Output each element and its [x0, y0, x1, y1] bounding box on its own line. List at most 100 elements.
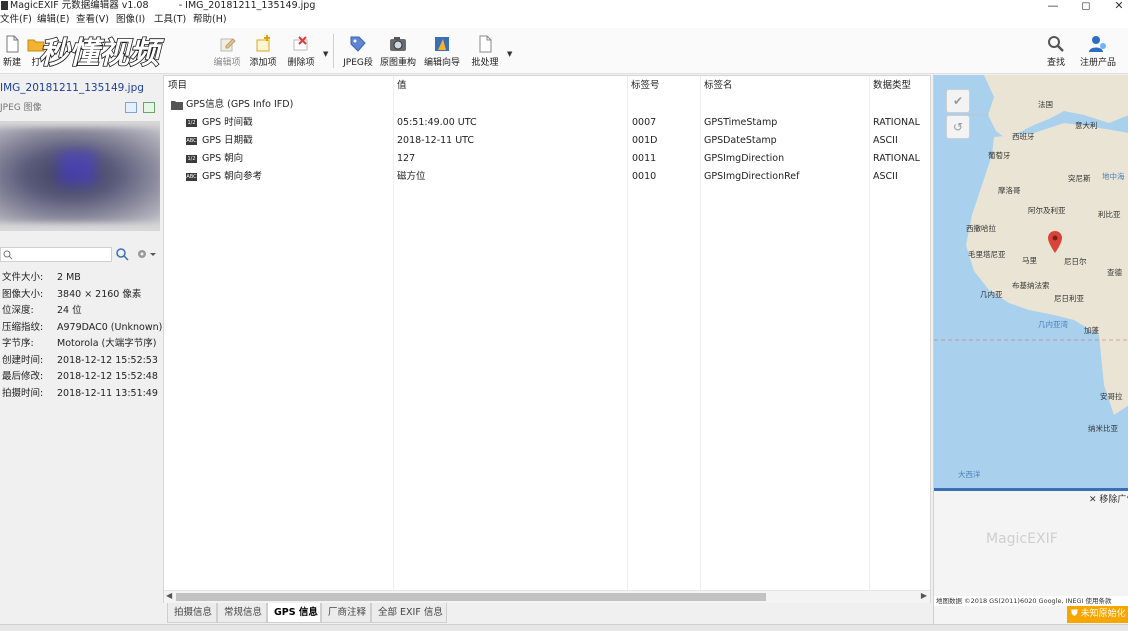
map-label: 西班牙 [1012, 132, 1035, 141]
user-icon [1089, 36, 1106, 52]
menu-edit[interactable]: 编辑(E) [37, 14, 69, 26]
map-label: 利比亚 [1098, 210, 1121, 219]
location-marker-icon[interactable] [1048, 231, 1062, 253]
new-file-icon [6, 35, 19, 53]
ascii-type-icon: ABC [186, 137, 197, 145]
rebuild-button[interactable]: 原图重构 [379, 34, 417, 72]
file-name: IMG_20181211_135149.jpg [0, 82, 144, 94]
wizard-button[interactable]: 编辑向导 [422, 34, 462, 72]
map-label: 尼日利亚 [1054, 294, 1084, 303]
prop-file-size: 文件大小: 2 MB [2, 272, 81, 283]
column-header-tag-id[interactable]: 标签号 [627, 76, 700, 96]
batch-icon [479, 35, 492, 53]
map-scroll-bar [934, 488, 1128, 491]
column-header-value[interactable]: 值 [393, 76, 627, 96]
batch-dropdown-arrow[interactable]: ▼ [507, 50, 512, 58]
menu-tools[interactable]: 工具(T) [154, 14, 186, 26]
table-row[interactable]: 1/2 GPS 时间戳 05:51:49.00 UTC 0007 GPSTime… [164, 114, 930, 132]
find-user-icon[interactable] [115, 247, 129, 261]
map-label: 加蓬 [1084, 326, 1099, 335]
table-row[interactable]: ABC GPS 朝向参考 磁方位 0010 GPSImgDirectionRef… [164, 168, 930, 186]
image-view-icon[interactable] [125, 102, 137, 113]
batch-button[interactable]: 批处理 [469, 34, 501, 72]
tab-all-exif[interactable]: 全部 EXIF 信息 [371, 603, 447, 623]
delete-item-button[interactable]: 删除项 [284, 34, 318, 72]
search-icon [1048, 36, 1064, 52]
prop-created: 创建时间: 2018-12-12 15:52:53 [2, 355, 158, 366]
table-group-row[interactable]: GPS信息 (GPS Info IFD) [164, 96, 930, 114]
rational-type-icon: 1/2 [186, 119, 197, 127]
image-thumbnail[interactable] [0, 121, 160, 231]
table-row[interactable]: ABC GPS 日期戳 2018-12-11 UTC 001D GPSDateS… [164, 132, 930, 150]
search-icon [3, 250, 13, 260]
close-button[interactable]: ✕ [1104, 0, 1128, 12]
map-label: 几内亚湾 [1038, 320, 1068, 329]
confirm-location-button[interactable]: ✔ [946, 89, 970, 113]
prop-byte-order: 字节序: Motorola (大端字节序) [2, 338, 157, 349]
map-attribution: 地图数据 ©2018 GS(2011)6020 Google, INEGI 使用… [934, 596, 1128, 606]
minimize-button[interactable]: — [1038, 0, 1068, 12]
reset-location-button[interactable]: ↺ [946, 115, 970, 139]
scroll-right-icon[interactable]: ▶ [921, 591, 927, 600]
ascii-type-icon: ABC [186, 173, 197, 181]
file-info-panel: IMG_20181211_135149.jpg JPEG 图像 文件大小: 2 M… [0, 75, 163, 631]
add-icon [256, 35, 270, 52]
search-input[interactable] [0, 247, 112, 262]
scrollbar-thumb[interactable] [176, 593, 766, 601]
prop-compression-fingerprint: 压缩指纹: A979DAC0 (Unknown) [2, 322, 163, 333]
settings-icon[interactable] [135, 247, 157, 261]
map-label: 意大利 [1075, 121, 1098, 130]
search-button[interactable]: 查找 [1042, 34, 1070, 72]
remove-ad-button[interactable]: ✕ 移除广告 [1089, 492, 1128, 505]
window-title: MagicEXIF 元数据编辑器 v1.08 - IMG_20181211_13… [10, 0, 316, 11]
tab-capture-info[interactable]: 拍摄信息 [167, 603, 217, 623]
menu-view[interactable]: 查看(V) [76, 14, 109, 26]
shield-icon: ⛊ [1071, 609, 1081, 619]
image-edit-icon[interactable] [143, 102, 155, 113]
map-view[interactable]: ✔ ↺ 法国 西班牙 意大利 葡萄牙 地中海 突尼斯 摩洛哥 阿尔及利亚 利比亚… [933, 75, 1128, 488]
wizard-icon [435, 37, 449, 51]
prop-modified: 最后修改: 2018-12-12 15:52:48 [2, 371, 158, 382]
map-label: 几内亚 [980, 290, 1003, 299]
map-label: 地中海 [1102, 172, 1125, 181]
menu-help[interactable]: 帮助(H) [193, 14, 227, 26]
menu-file[interactable]: 文件(F) [0, 14, 32, 26]
scroll-left-icon[interactable]: ◀ [166, 591, 172, 600]
watermark-logo: 秒懂视频 [38, 35, 166, 72]
menu-bar: 文件(F) 编辑(E) 查看(V) 图像(I) 工具(T) 帮助(H) [0, 13, 1128, 28]
column-header-data-type[interactable]: 数据类型 [869, 76, 932, 96]
map-label: 摩洛哥 [998, 186, 1021, 195]
tag-icon [350, 36, 366, 52]
maximize-button[interactable]: ◻ [1071, 0, 1101, 12]
menu-image[interactable]: 图像(I) [116, 14, 145, 26]
unknown-source-notice[interactable]: ⛊ 未知原始化 [1067, 606, 1128, 623]
metadata-table: 项目 值 标签号 标签名 数据类型 GPS信息 (GPS Info IFD) 1… [163, 75, 931, 603]
delete-dropdown-arrow[interactable]: ▼ [323, 50, 328, 58]
jpeg-segment-button[interactable]: JPEG段 [341, 34, 375, 72]
app-icon [1, 1, 8, 10]
rational-type-icon: 1/2 [186, 155, 197, 163]
map-label: 阿尔及利亚 [1028, 206, 1066, 215]
edit-icon [220, 38, 236, 52]
tab-maker-notes[interactable]: 厂商注释 [321, 603, 371, 623]
edit-item-button[interactable]: 编辑项 [212, 34, 242, 72]
svg-text:秒懂视频: 秒懂视频 [39, 36, 165, 71]
horizontal-scrollbar[interactable]: ◀ ▶ [164, 590, 930, 603]
tab-general-info[interactable]: 常规信息 [217, 603, 267, 623]
column-header-item[interactable]: 项目 [164, 76, 393, 96]
title-bar: MagicEXIF 元数据编辑器 v1.08 - IMG_20181211_13… [0, 0, 1128, 13]
toolbar-separator [333, 34, 334, 68]
new-button[interactable]: 新建 [0, 34, 24, 72]
table-row[interactable]: 1/2 GPS 朝向 127 0011 GPSImgDirection RATI… [164, 150, 930, 168]
register-button[interactable]: 注册产品 [1078, 34, 1118, 72]
ad-panel: ✕ 移除广告 MagicEXIF 地图数据 ©2018 GS(2011)6020… [933, 488, 1128, 624]
map-label: 大西洋 [958, 470, 981, 479]
tab-gps-info[interactable]: GPS 信息 [267, 603, 321, 623]
map-label: 法国 [1038, 100, 1053, 109]
camera-icon [390, 37, 406, 51]
add-item-button[interactable]: 添加项 [247, 34, 279, 72]
delete-icon [293, 36, 308, 51]
file-type: JPEG 图像 [0, 103, 42, 113]
map-label: 安哥拉 [1100, 392, 1123, 401]
column-header-tag-name[interactable]: 标签名 [700, 76, 869, 96]
